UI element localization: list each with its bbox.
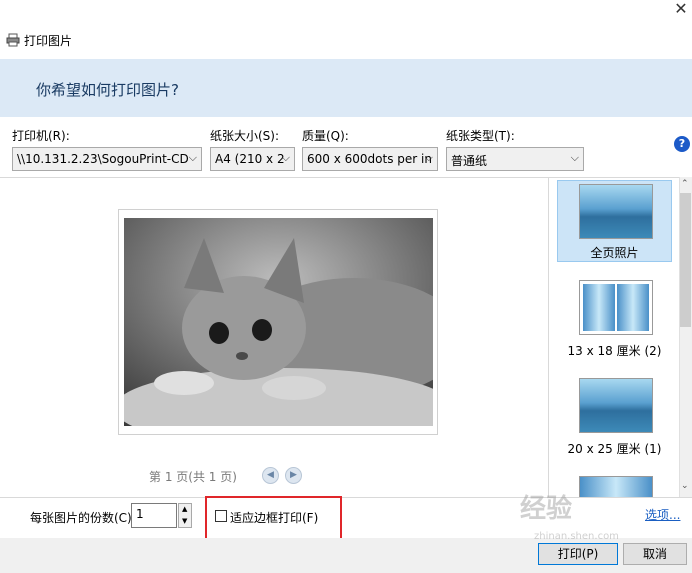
paper-type-select-value: 普通纸 xyxy=(451,154,488,168)
annotation-highlight-box xyxy=(205,496,342,542)
kitten-photo xyxy=(124,218,433,426)
paper-size-select-value: A4 (210 x 2 xyxy=(215,152,285,166)
quality-label: 质量(Q): xyxy=(302,129,349,143)
print-button[interactable]: 打印(P) xyxy=(538,543,618,565)
chevron-up-icon[interactable]: ⌃ xyxy=(681,179,689,189)
chevron-down-icon: ⌵ xyxy=(570,151,579,164)
printer-select[interactable]: \\10.131.2.23\SogouPrint-CD ⌵ xyxy=(12,147,202,171)
prev-page-button[interactable]: ◀ xyxy=(262,467,279,484)
quality-select[interactable]: 600 x 600dots per in ⌵ xyxy=(302,147,438,171)
layout-thumbnail-20x25[interactable] xyxy=(579,378,653,433)
quality-select-value: 600 x 600dots per in xyxy=(307,152,432,166)
arrow-up-icon[interactable]: ▲ xyxy=(182,505,187,513)
paper-type-label: 纸张类型(T): xyxy=(446,129,515,143)
page-title: 你希望如何打印图片? xyxy=(36,81,179,99)
scrollbar-thumb[interactable] xyxy=(680,193,691,327)
layout-item-label: 20 x 25 厘米 (1) xyxy=(567,442,662,456)
paper-size-label: 纸张大小(S): xyxy=(210,129,280,143)
help-icon[interactable]: ? xyxy=(674,136,690,152)
printer-select-value: \\10.131.2.23\SogouPrint-CD xyxy=(17,152,189,166)
watermark-logo: 经验 xyxy=(520,494,573,524)
cancel-button[interactable]: 取消 xyxy=(623,543,687,565)
chevron-down-icon: ⌵ xyxy=(424,151,433,164)
watermark-url: zhinan.shen.com xyxy=(534,531,619,542)
layout-thumbnail-13x18[interactable] xyxy=(579,280,653,335)
layout-item-label: 全页照片 xyxy=(590,246,639,260)
chevron-down-icon[interactable]: ⌄ xyxy=(681,481,689,491)
chevron-down-icon: ⌵ xyxy=(188,151,197,164)
printer-icon xyxy=(6,33,20,47)
layout-thumbnail-partial[interactable] xyxy=(579,476,653,497)
layout-item-label: 13 x 18 厘米 (2) xyxy=(567,344,662,358)
close-button[interactable]: ✕ xyxy=(670,0,692,22)
next-page-button[interactable]: ▶ xyxy=(285,467,302,484)
options-link[interactable]: 选项... xyxy=(645,506,680,523)
layout-list[interactable]: 全页照片 13 x 18 厘米 (2) 20 x 25 厘米 (1) xyxy=(548,177,679,497)
arrow-down-icon[interactable]: ▼ xyxy=(182,517,187,525)
divider xyxy=(0,497,692,498)
layout-thumbnail-full-page[interactable] xyxy=(579,184,653,239)
paper-size-select[interactable]: A4 (210 x 2 ⌵ xyxy=(210,147,295,171)
copies-stepper[interactable]: ▲ ▼ xyxy=(178,503,192,528)
paper-type-select[interactable]: 普通纸 ⌵ xyxy=(446,147,584,171)
copies-input[interactable]: 1 xyxy=(131,503,177,528)
chevron-down-icon: ⌵ xyxy=(281,151,290,164)
page-indicator: 第 1 页(共 1 页) xyxy=(149,470,237,484)
printer-label: 打印机(R): xyxy=(12,129,70,143)
window-title: 打印图片 xyxy=(24,34,73,48)
copies-label: 每张图片的份数(C): xyxy=(30,511,136,525)
